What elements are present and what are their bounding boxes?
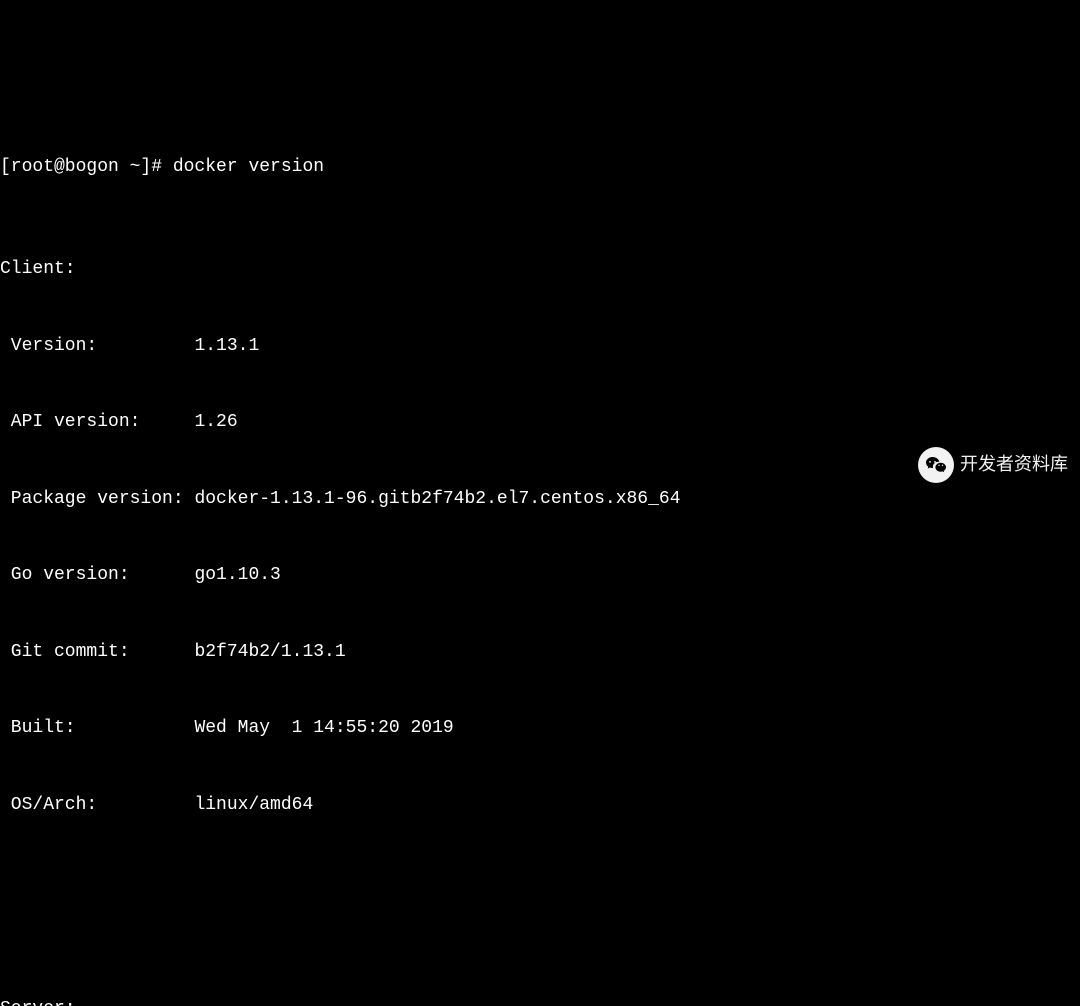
client-built: Built: Wed May 1 14:55:20 2019 <box>0 716 1080 742</box>
terminal-output[interactable]: [root@bogon ~]# docker version Client: V… <box>0 102 1080 1006</box>
client-version: Version: 1.13.1 <box>0 334 1080 360</box>
label: Go version: <box>0 563 194 589</box>
value: docker-1.13.1-96.gitb2f74b2.el7.centos.x… <box>194 487 680 513</box>
label: Built: <box>0 716 194 742</box>
client-git-commit: Git commit: b2f74b2/1.13.1 <box>0 640 1080 666</box>
value: 1.26 <box>194 410 237 436</box>
wechat-icon <box>918 447 954 483</box>
watermark: 开发者资料库 <box>918 447 1068 483</box>
label: OS/Arch: <box>0 793 194 819</box>
client-package-version: Package version: docker-1.13.1-96.gitb2f… <box>0 487 1080 513</box>
client-os-arch: OS/Arch: linux/amd64 <box>0 793 1080 819</box>
command: docker version <box>173 155 324 181</box>
value: Wed May 1 14:55:20 2019 <box>194 716 453 742</box>
server-header: Server: <box>0 997 1080 1006</box>
client-go-version: Go version: go1.10.3 <box>0 563 1080 589</box>
watermark-text: 开发者资料库 <box>960 452 1068 478</box>
label: Git commit: <box>0 640 194 666</box>
value: linux/amd64 <box>194 793 313 819</box>
prompt-line-1: [root@bogon ~]# docker version <box>0 155 1080 181</box>
client-api-version: API version: 1.26 <box>0 410 1080 436</box>
label: Package version: <box>0 487 194 513</box>
label: Version: <box>0 334 194 360</box>
client-header: Client: <box>0 257 1080 283</box>
label: API version: <box>0 410 194 436</box>
value: 1.13.1 <box>194 334 259 360</box>
value: go1.10.3 <box>194 563 280 589</box>
value: b2f74b2/1.13.1 <box>194 640 345 666</box>
blank-line <box>0 895 1080 921</box>
shell-prompt: [root@bogon ~]# <box>0 155 173 181</box>
